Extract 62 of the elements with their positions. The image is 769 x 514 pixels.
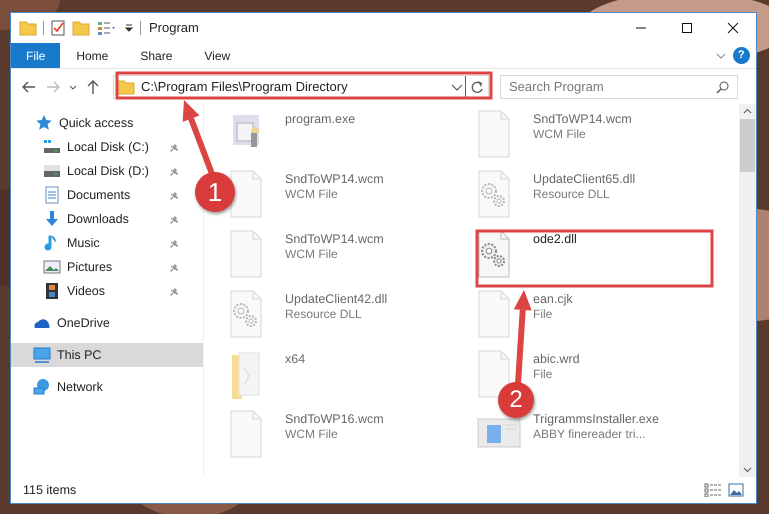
ribbon-tab[interactable]: Share xyxy=(124,43,188,68)
file-type: File xyxy=(533,307,554,322)
nav-item[interactable]: Documents xyxy=(11,183,189,207)
file-name[interactable]: TrigrammsInstaller.exe xyxy=(533,411,659,427)
file-type: WCM File xyxy=(285,187,339,202)
videos-icon xyxy=(43,282,61,300)
details-view-icon[interactable] xyxy=(704,483,722,497)
file-name[interactable]: SndToWP14.wcm xyxy=(285,231,384,247)
file-name[interactable]: x64 xyxy=(285,351,306,367)
item-count: 115 items xyxy=(23,482,76,499)
nav-item[interactable]: Quick access xyxy=(11,111,189,135)
properties-icon[interactable] xyxy=(50,19,66,37)
window-title: Program xyxy=(149,19,199,38)
star-icon xyxy=(35,114,53,132)
maximize-icon[interactable] xyxy=(681,22,693,34)
file-name[interactable]: UpdateClient42.dll xyxy=(285,291,388,307)
file-type: Resource DLL xyxy=(285,307,363,322)
file-name[interactable]: SndToWP14.wcm xyxy=(533,111,632,127)
file-type: Resource DLL xyxy=(533,187,611,202)
nav-item[interactable]: Network xyxy=(11,375,189,399)
pc-icon xyxy=(33,346,51,364)
file-name[interactable]: SndToWP14.wcm xyxy=(285,171,384,187)
ribbon-tab[interactable]: File xyxy=(11,43,60,68)
file-name[interactable]: program.exe xyxy=(285,111,356,127)
view-icon[interactable] xyxy=(96,19,118,37)
file-type: WCM File xyxy=(285,427,339,442)
nav-item[interactable]: Music xyxy=(11,231,189,255)
search-field[interactable]: Search Program xyxy=(500,74,738,98)
file-type: File xyxy=(533,367,554,382)
nav-item[interactable]: OneDrive xyxy=(11,311,189,335)
downloads-icon xyxy=(43,210,61,228)
ribbon-tab[interactable]: View xyxy=(188,43,246,68)
file-type: WCM File xyxy=(285,247,339,262)
ribbon-tab[interactable]: Home xyxy=(60,43,124,68)
file-type: ABBY finereader tri... xyxy=(533,427,646,442)
file-name[interactable]: ean.cjk xyxy=(533,291,573,307)
file-name[interactable]: UpdateClient65.dll xyxy=(533,171,636,187)
nav-item[interactable]: Downloads xyxy=(11,207,189,231)
address-bar[interactable]: C:\Program Files\Program Directory xyxy=(113,74,489,98)
pictures-icon xyxy=(43,258,61,276)
folder-icon xyxy=(19,19,37,37)
close-icon[interactable] xyxy=(727,22,739,34)
search-icon xyxy=(716,80,730,94)
large-icons-view-icon[interactable] xyxy=(728,483,744,497)
nav-item[interactable]: Local Disk (D:) xyxy=(11,159,189,183)
folder-icon xyxy=(117,78,135,96)
scroll-thumb[interactable] xyxy=(740,119,755,172)
nav-item[interactable]: Pictures xyxy=(11,255,189,279)
scrollbar[interactable] xyxy=(739,104,756,477)
drive-icon xyxy=(43,162,61,180)
file-type: WCM File xyxy=(533,127,587,142)
nav-item[interactable]: Local Disk (C:) xyxy=(11,135,189,159)
address-path: C:\Program Files\Program Directory xyxy=(141,78,348,96)
file-name[interactable]: SndToWP16.wcm xyxy=(285,411,384,427)
nav-item[interactable]: Videos xyxy=(11,279,189,303)
file-name[interactable]: ode2.dll xyxy=(533,231,577,247)
nav-item[interactable]: This PC xyxy=(11,343,203,367)
drive-system-icon xyxy=(43,138,61,156)
network-icon xyxy=(33,378,51,396)
help-button[interactable]: ? xyxy=(732,47,750,64)
documents-icon xyxy=(43,186,61,204)
file-name[interactable]: abic.wrd xyxy=(533,351,580,367)
